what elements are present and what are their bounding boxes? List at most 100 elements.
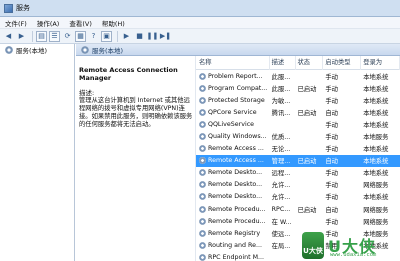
description-label: 描述: — [79, 89, 95, 97]
menu-bar: 文件(F) 操作(A) 查看(V) 帮助(H) — [0, 17, 400, 29]
table-row[interactable]: Remote Access ... 无论... 手动 本地系统 — [196, 143, 400, 155]
row-name: QQLiveService — [196, 120, 270, 128]
row-description: 使远... — [271, 230, 291, 238]
tree-item-services-local[interactable]: 服务(本地) — [0, 44, 74, 55]
gear-icon — [199, 145, 206, 153]
menu-help[interactable]: 帮助(H) — [97, 18, 130, 28]
refresh-icon[interactable]: ⟳ — [62, 31, 73, 42]
row-description: 腾讯... — [271, 109, 291, 117]
row-log-on-as: 本地系统 — [363, 73, 389, 81]
row-description: 在局... — [271, 242, 291, 250]
row-startup-type: 手动 — [325, 73, 338, 81]
row-name: Remote Registry — [196, 229, 270, 237]
row-log-on-as: 本地系统 — [363, 97, 389, 105]
table-row[interactable]: Program Compat... 此服... 已启动 手动 本地系统 — [196, 82, 400, 94]
row-startup-type: 自动 — [325, 109, 338, 117]
back-arrow-icon[interactable]: ◀ — [3, 31, 14, 42]
row-startup-type: 手动 — [325, 146, 338, 154]
row-description: 此服... — [271, 73, 291, 81]
watermark-badge: U大侠 — [302, 232, 324, 259]
menu-view[interactable]: 查看(V) — [64, 18, 97, 28]
export-list-icon[interactable]: ▦ — [75, 30, 86, 42]
row-status: 已启动 — [297, 158, 317, 166]
gear-icon — [199, 217, 206, 225]
table-row[interactable]: QQLiveService 手动 本地系统 — [196, 118, 400, 130]
table-row[interactable]: Quality Windows... 优质... 手动 本地服务 — [196, 130, 400, 142]
watermark-logo: U大侠 U大侠 www.udaxia.com — [296, 230, 400, 261]
gear-icon — [199, 241, 206, 249]
column-header-name[interactable]: 名称 — [196, 56, 270, 70]
row-name-text: Remote Access ... — [208, 157, 264, 165]
row-startup-type: 手动 — [325, 218, 338, 226]
column-header-description[interactable]: 描述 — [270, 56, 296, 70]
gear-icon — [199, 157, 206, 165]
row-name: Routing and Re... — [196, 241, 270, 249]
table-row[interactable]: Problem Report... 此服... 手动 本地系统 — [196, 70, 400, 82]
gear-icon — [199, 193, 206, 201]
row-log-on-as: 本地系统 — [363, 121, 389, 129]
row-startup-type: 手动 — [325, 182, 338, 190]
row-description: 允许... — [271, 194, 291, 202]
table-row[interactable]: Remote Deskto... 远程... 手动 本地系统 — [196, 167, 400, 179]
menu-action[interactable]: 操作(A) — [32, 18, 65, 28]
help-icon[interactable]: ? — [88, 31, 99, 42]
row-startup-type: 手动 — [325, 121, 338, 129]
gear-icon — [199, 72, 206, 80]
row-log-on-as: 网络服务 — [363, 206, 389, 214]
row-startup-type: 手动 — [325, 194, 338, 202]
row-status: 已启动 — [297, 85, 317, 93]
properties-icon[interactable]: ▣ — [101, 30, 112, 42]
row-log-on-as: 本地系统 — [363, 194, 389, 202]
table-row[interactable]: Remote Procedu... RPC... 已启动 自动 网络服务 — [196, 203, 400, 215]
row-name-text: Remote Procedu... — [208, 205, 266, 213]
table-row[interactable]: Protected Storage 为敏... 手动 本地系统 — [196, 94, 400, 106]
start-service-icon[interactable]: ▶ — [121, 31, 132, 42]
column-header-log-on-as[interactable]: 登录为 — [361, 56, 400, 70]
row-name: Protected Storage — [196, 96, 270, 104]
restart-service-icon[interactable]: ▶❚ — [160, 31, 171, 42]
list-view-icon[interactable]: ☰ — [49, 30, 60, 42]
table-row[interactable]: Remote Deskto... 允许... 手动 网络服务 — [196, 179, 400, 191]
forward-arrow-icon[interactable]: ▶ — [16, 31, 27, 42]
row-status: 已启动 — [297, 206, 317, 214]
row-name-text: Remote Procedu... — [208, 217, 266, 225]
table-row[interactable]: Remote Deskto... 允许... 手动 本地系统 — [196, 191, 400, 203]
list-header: 名称 描述 状态 启动类型 登录为 — [196, 56, 400, 70]
column-header-startup-type[interactable]: 启动类型 — [323, 56, 362, 70]
row-name: Remote Access ... — [196, 157, 270, 165]
gear-icon — [199, 108, 206, 116]
row-startup-type: 手动 — [325, 97, 338, 105]
stop-service-icon[interactable]: ■ — [134, 31, 145, 42]
row-name-text: Remote Access ... — [208, 145, 264, 153]
row-name-text: RPC Endpoint M... — [208, 253, 265, 261]
row-name: Remote Deskto... — [196, 193, 270, 201]
column-header-status[interactable]: 状态 — [296, 56, 324, 70]
table-row[interactable]: Remote Access ... 管理... 已启动 自动 本地系统 — [196, 154, 400, 167]
pane-header: 服务(本地) — [76, 44, 400, 56]
show-hide-tree-icon[interactable]: ▤ — [36, 30, 47, 42]
toolbar-separator — [117, 30, 118, 42]
menu-file[interactable]: 文件(F) — [0, 18, 32, 28]
row-name: Remote Deskto... — [196, 169, 270, 177]
row-name: Remote Deskto... — [196, 181, 270, 189]
toolbar-separator — [32, 30, 33, 42]
row-name-text: Program Compat... — [208, 84, 268, 92]
gear-icon — [199, 169, 206, 177]
row-log-on-as: 本地服务 — [363, 134, 389, 142]
gear-icon — [199, 133, 206, 141]
pane-header-label: 服务(本地) — [92, 46, 124, 55]
pause-service-icon[interactable]: ❚❚ — [147, 31, 159, 42]
table-row[interactable]: Remote Procedu... 在 W... 手动 网络服务 — [196, 215, 400, 227]
gear-icon — [199, 96, 206, 104]
row-description: 此服... — [271, 85, 291, 93]
service-detail-panel: Remote Access Connection Manager 描述: 管理从… — [76, 56, 194, 261]
row-name-text: Quality Windows... — [208, 133, 267, 141]
row-log-on-as: 本地系统 — [363, 85, 389, 93]
row-description: 在 W... — [271, 218, 292, 226]
row-name-text: QQLiveService — [208, 120, 255, 128]
service-detail-title: Remote Access Connection Manager — [79, 66, 178, 82]
table-row[interactable]: QPCore Service 腾讯... 已启动 自动 本地系统 — [196, 106, 400, 118]
gear-icon — [199, 229, 206, 237]
row-name: Quality Windows... — [196, 133, 270, 141]
row-name-text: QPCore Service — [208, 108, 257, 116]
